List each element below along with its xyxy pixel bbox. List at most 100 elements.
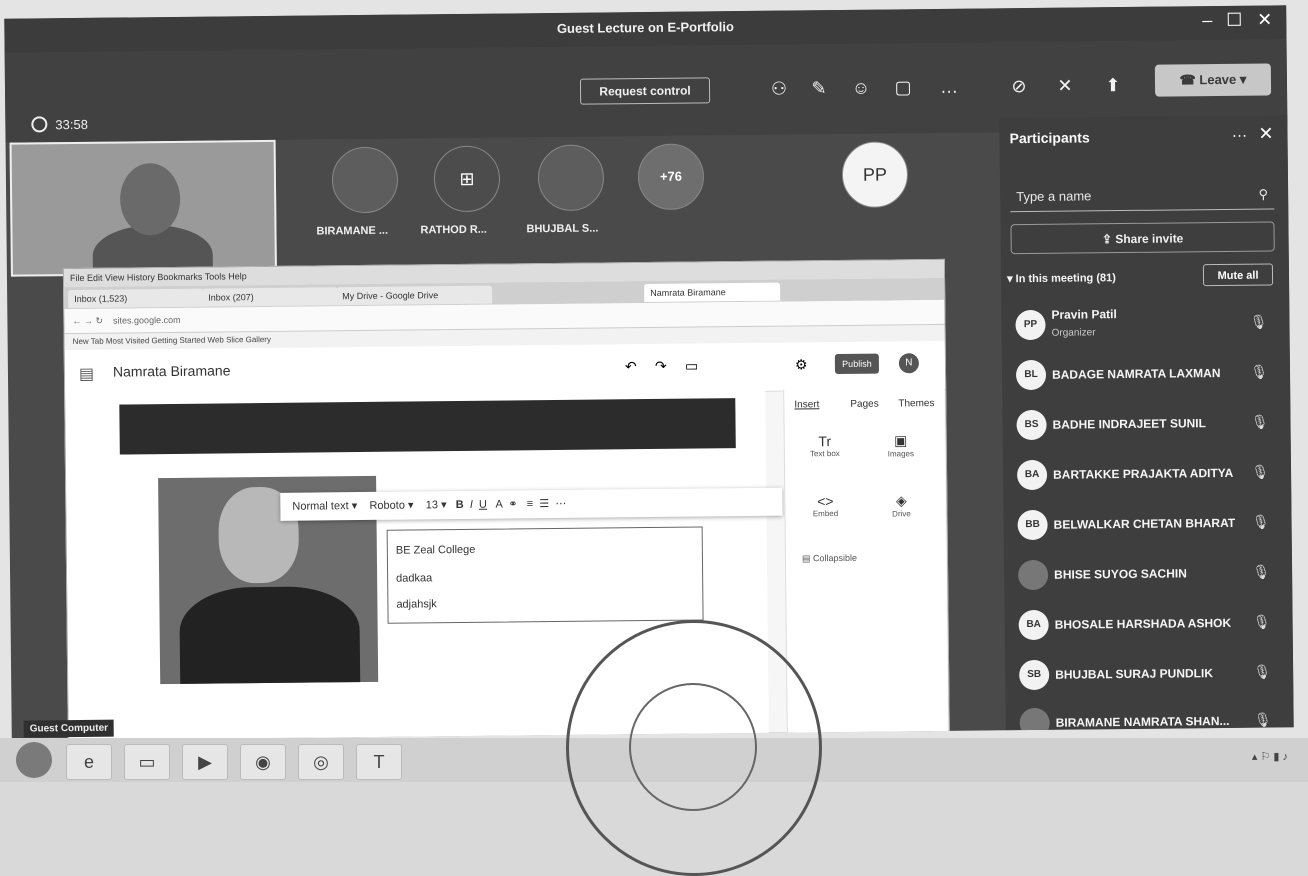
participant-avatar[interactable]: ⊞ xyxy=(433,145,501,213)
text-color-icon[interactable]: A xyxy=(495,499,502,511)
close-panel-icon[interactable]: ✕ xyxy=(1258,123,1273,144)
more-options-icon[interactable]: … xyxy=(935,73,963,101)
size-select[interactable]: 13 xyxy=(426,499,438,511)
insert-embed[interactable]: <> Embed xyxy=(795,493,855,519)
participant-row[interactable]: BIRAMANE NAMRATA SHAN... 🎙︎ xyxy=(1019,699,1289,740)
collapsible-label: Collapsible xyxy=(812,552,858,564)
avatar xyxy=(1019,707,1050,739)
share-tray-icon[interactable]: ⬆ xyxy=(1099,71,1127,99)
preview-icon[interactable]: ▭ xyxy=(685,357,698,374)
participant-row[interactable]: PP Pravin Patil Organizer 🎙︎ xyxy=(1015,301,1285,348)
chrome-icon[interactable]: ◉ xyxy=(240,744,286,780)
link-icon[interactable]: ⚭ xyxy=(508,498,517,510)
font-select[interactable]: Roboto xyxy=(369,500,405,512)
insert-drive[interactable]: ◈ Drive xyxy=(871,492,931,519)
camera-off-icon[interactable]: ⊘ xyxy=(1005,72,1033,100)
back-icon[interactable]: ← xyxy=(72,316,81,326)
firefox-icon[interactable]: ◎ xyxy=(298,744,344,780)
overflow-participants-button[interactable]: +76 xyxy=(637,143,705,211)
leave-label: Leave xyxy=(1199,71,1237,88)
mic-muted-icon: 🎙︎ xyxy=(1250,413,1269,430)
participant-name: BHISE SUYOG SACHIN xyxy=(1054,566,1187,582)
tray-icons[interactable]: ▴ ⚐ ▮ ♪ xyxy=(1252,751,1288,763)
minimize-icon[interactable]: – xyxy=(1202,10,1212,31)
forward-icon[interactable]: → xyxy=(84,316,93,326)
browser-tab[interactable]: Inbox (207) xyxy=(202,287,339,307)
embed-icon: <> xyxy=(817,493,834,510)
more-icon[interactable]: … xyxy=(1231,124,1247,142)
close-icon[interactable]: ✕ xyxy=(1257,9,1272,30)
ie-icon[interactable]: e xyxy=(66,744,112,780)
participant-row[interactable]: SB BHUJBAL SURAJ PUNDLIK 🎙︎ xyxy=(1019,651,1289,698)
mic-muted-icon: 🎙︎ xyxy=(1252,563,1271,580)
tab-pages[interactable]: Pages xyxy=(850,399,878,410)
avatar: SB xyxy=(1019,659,1050,691)
rooms-icon[interactable]: ▢ xyxy=(889,73,917,101)
start-button[interactable] xyxy=(16,742,52,778)
bold-icon[interactable]: B xyxy=(456,499,464,511)
sites-logo-icon: ▤ xyxy=(78,365,95,383)
guest-label: Guest Computer xyxy=(23,719,115,738)
participant-name: BARTAKKE PRAJAKTA ADITYA xyxy=(1053,465,1234,482)
share-invite-button[interactable]: ⇪ Share invite xyxy=(1010,221,1275,255)
leave-button[interactable]: ☎ Leave ▾ xyxy=(1154,63,1272,97)
panel-item-label: Text box xyxy=(809,449,840,459)
call-timer: 33:58 xyxy=(31,116,88,133)
text-box[interactable]: BE Zeal College dadkaa adjahsjk xyxy=(386,526,704,624)
maximize-icon[interactable]: ☐ xyxy=(1226,10,1242,31)
folder-icon[interactable]: ▭ xyxy=(124,744,170,780)
chat-icon[interactable]: ✎ xyxy=(805,74,833,102)
text-line: adjahsjk xyxy=(396,598,437,611)
participant-avatar[interactable] xyxy=(331,146,399,214)
participant-row[interactable]: BB BELWALKAR CHETAN BHARAT 🎙︎ xyxy=(1017,501,1287,548)
tab-themes[interactable]: Themes xyxy=(898,398,934,409)
panel-item-label: Embed xyxy=(812,509,839,519)
reactions-icon[interactable]: ☺ xyxy=(847,74,875,102)
redo-icon[interactable]: ↷ xyxy=(655,358,667,375)
participant-row[interactable]: BA BARTAKKE PRAJAKTA ADITYA 🎙︎ xyxy=(1016,451,1287,498)
avatar: BB xyxy=(1017,509,1048,541)
participant-row[interactable]: BHISE SUYOG SACHIN 🎙︎ xyxy=(1017,551,1288,598)
insert-images[interactable]: ▣ Images xyxy=(871,432,931,459)
media-icon[interactable]: ▶ xyxy=(182,744,228,780)
italic-icon[interactable]: I xyxy=(470,499,473,511)
account-avatar[interactable]: N xyxy=(898,353,920,374)
phone-icon: ☎ xyxy=(1179,72,1200,88)
collapsible-icon: ▤ xyxy=(801,553,814,564)
search-icon: ⚲ xyxy=(1258,186,1269,202)
settings-icon[interactable]: ⚙ xyxy=(795,356,808,373)
people-icon[interactable]: ⚇ xyxy=(765,74,793,102)
browser-tab[interactable]: My Drive - Google Drive xyxy=(336,285,493,306)
mic-muted-icon: 🎙︎ xyxy=(1249,313,1268,330)
shared-screen: File Edit View History Bookmarks Tools H… xyxy=(62,258,950,741)
more-format-icon[interactable]: ⋯ xyxy=(555,498,566,510)
insert-collapsible[interactable]: ▤ Collapsible xyxy=(802,553,857,565)
align-icon[interactable]: ≡ xyxy=(527,498,534,510)
participant-name: BIRAMANE NAMRATA SHAN... xyxy=(1055,713,1230,730)
browser-tab[interactable]: Inbox (1,523) xyxy=(68,288,205,309)
document-title[interactable]: Namrata Biramane xyxy=(113,362,231,379)
list-icon[interactable]: ☰ xyxy=(539,498,549,510)
teams-icon[interactable]: T xyxy=(356,744,402,780)
mic-off-icon[interactable]: ✕ xyxy=(1051,71,1079,99)
participant-avatar[interactable] xyxy=(537,144,605,212)
undo-icon[interactable]: ↶ xyxy=(625,358,637,375)
mic-muted-icon: 🎙︎ xyxy=(1251,513,1270,530)
browser-tab-active[interactable]: Namrata Biramane xyxy=(644,282,781,303)
self-video-tile[interactable] xyxy=(9,139,277,277)
style-select[interactable]: Normal text xyxy=(292,500,348,513)
presenter-avatar[interactable]: PP xyxy=(841,141,909,208)
publish-button[interactable]: Publish xyxy=(834,353,880,375)
mute-all-button[interactable]: Mute all xyxy=(1202,263,1274,287)
participant-search-input[interactable]: Type a name ⚲ xyxy=(1010,179,1275,213)
request-control-button[interactable]: Request control xyxy=(579,77,711,105)
underline-icon[interactable]: U xyxy=(479,499,487,511)
participant-row[interactable]: BA BHOSALE HARSHADA ASHOK 🎙︎ xyxy=(1018,601,1288,648)
participant-row[interactable]: BS BADHE INDRAJEET SUNIL 🎙︎ xyxy=(1016,401,1286,448)
url-text: sites.google.com xyxy=(112,314,181,326)
participant-row[interactable]: BL BADAGE NAMRATA LAXMAN 🎙︎ xyxy=(1015,351,1286,398)
in-meeting-header[interactable]: ▾ In this meeting (81) xyxy=(1007,271,1116,285)
insert-text-box[interactable]: Tr Text box xyxy=(795,433,855,459)
tab-insert[interactable]: Insert xyxy=(794,399,819,410)
reload-icon[interactable]: ↻ xyxy=(95,316,103,326)
